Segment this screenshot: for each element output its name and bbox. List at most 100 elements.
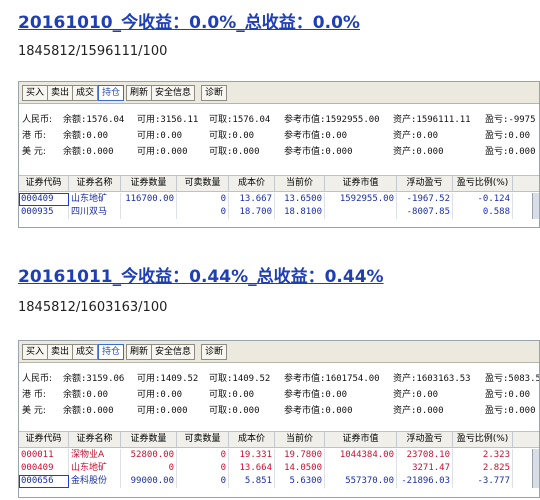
col-sellable[interactable]: 可卖数量 xyxy=(177,432,229,447)
col-name[interactable]: 证券名称 xyxy=(69,176,121,191)
diagnose-button[interactable]: 诊断 xyxy=(201,344,228,360)
cell-code: 000409 xyxy=(19,462,69,475)
table-header: 证券代码 证券名称 证券数量 可卖数量 成本价 当前价 证券市值 浮动盈亏 盈亏… xyxy=(19,176,539,192)
positions-table: 证券代码 证券名称 证券数量 可卖数量 成本价 当前价 证券市值 浮动盈亏 盈亏… xyxy=(19,175,539,227)
available-value: 可用:1409.52 xyxy=(137,374,199,384)
cell-cost: 13.667 xyxy=(229,193,275,206)
buy-button[interactable]: 买入 xyxy=(22,85,49,101)
post-subtitle: 1845812/1603163/100 xyxy=(18,300,168,315)
post-title[interactable]: 20161010_今收益：0.0%_总收益：0.0% xyxy=(18,8,360,33)
table-scrollbar[interactable] xyxy=(532,193,539,219)
cell-price: 5.6300 xyxy=(275,475,325,488)
col-ratio[interactable]: 盈亏比例(%) xyxy=(453,432,513,447)
post-title[interactable]: 20161011_今收益：0.44%_总收益：0.44% xyxy=(18,262,384,287)
buy-button[interactable]: 买入 xyxy=(22,344,49,360)
currency-label: 美 元: xyxy=(22,147,46,157)
cell-float-pnl: 3271.47 xyxy=(397,462,453,475)
withdrawable-value: 可取:0.00 xyxy=(209,390,255,400)
pnl-value: 盈亏:0.000 xyxy=(485,406,536,416)
col-ratio[interactable]: 盈亏比例(%) xyxy=(453,176,513,191)
cell-code: 000011 xyxy=(19,449,69,462)
table-row[interactable]: 000656 金科股份 99000.00 0 5.851 5.6300 5573… xyxy=(19,475,539,488)
table-row[interactable]: 000409 山东地矿 0 0 13.664 14.0500 3271.47 2… xyxy=(19,462,539,475)
account-row-cny: 人民币: 余额:1576.04 可用:3156.11 可取:1576.04 参考… xyxy=(19,109,539,125)
diagnose-button[interactable]: 诊断 xyxy=(201,85,228,101)
sell-button[interactable]: 卖出 xyxy=(47,344,74,360)
withdrawable-value: 可取:1576.04 xyxy=(209,115,271,125)
balance-value: 余额:0.00 xyxy=(63,390,109,400)
col-qty[interactable]: 证券数量 xyxy=(121,432,177,447)
cell-float-pnl: 23708.10 xyxy=(397,449,453,462)
ref-value: 参考市值:0.000 xyxy=(284,147,353,157)
table-row[interactable]: 000409 山东地矿 116700.00 0 13.667 13.6500 1… xyxy=(19,193,539,206)
trades-button[interactable]: 成交 xyxy=(72,85,99,101)
refresh-button[interactable]: 刷新 xyxy=(126,85,153,101)
ref-value: 参考市值:1592955.00 xyxy=(284,115,380,125)
available-value: 可用:0.00 xyxy=(137,131,183,141)
withdrawable-value: 可取:1409.52 xyxy=(209,374,271,384)
cell-code: 000409 xyxy=(19,193,69,206)
currency-label: 美 元: xyxy=(22,406,46,416)
trades-button[interactable]: 成交 xyxy=(72,344,99,360)
account-row-hkd: 港 币: 余额:0.00 可用:0.00 可取:0.00 参考市值:0.00 资… xyxy=(19,384,539,400)
account-row-usd: 美 元: 余额:0.000 可用:0.000 可取:0.000 参考市值:0.0… xyxy=(19,400,539,416)
cell-name: 金科股份 xyxy=(69,475,121,488)
ref-value: 参考市值:0.000 xyxy=(284,406,353,416)
col-cost[interactable]: 成本价 xyxy=(229,176,275,191)
security-info-button[interactable]: 安全信息 xyxy=(151,85,196,101)
col-value[interactable]: 证券市值 xyxy=(325,432,397,447)
cell-qty: 99000.00 xyxy=(121,475,177,488)
positions-tab[interactable]: 持仓 xyxy=(98,85,125,101)
withdrawable-value: 可取:0.00 xyxy=(209,131,255,141)
table-header: 证券代码 证券名称 证券数量 可卖数量 成本价 当前价 证券市值 浮动盈亏 盈亏… xyxy=(19,432,539,448)
available-value: 可用:0.000 xyxy=(137,147,188,157)
account-row-cny: 人民币: 余额:3159.06 可用:1409.52 可取:1409.52 参考… xyxy=(19,368,539,384)
post-title-text[interactable]: 20161010_今收益：0.0%_总收益：0.0% xyxy=(18,13,360,33)
account-row-usd: 美 元: 余额:0.000 可用:0.000 可取:0.000 参考市值:0.0… xyxy=(19,141,539,157)
balance-value: 余额:0.000 xyxy=(63,147,114,157)
col-qty[interactable]: 证券数量 xyxy=(121,176,177,191)
cell-sellable: 0 xyxy=(177,462,229,475)
assets-value: 资产:0.000 xyxy=(393,147,444,157)
cell-float-pnl: -21896.03 xyxy=(397,475,453,488)
table-row[interactable]: 000011 深物业A 52800.00 0 19.331 19.7800 10… xyxy=(19,449,539,462)
post-title-text[interactable]: 20161011_今收益：0.44%_总收益：0.44% xyxy=(18,267,384,287)
col-price[interactable]: 当前价 xyxy=(275,176,325,191)
currency-label: 人民币: xyxy=(22,115,53,125)
col-price[interactable]: 当前价 xyxy=(275,432,325,447)
pnl-value: 盈亏:0.000 xyxy=(485,147,536,157)
sell-button[interactable]: 卖出 xyxy=(47,85,74,101)
trading-toolbar: 买入 卖出 成交 持仓 刷新 安全信息 诊断 xyxy=(19,341,539,363)
col-float-pnl[interactable]: 浮动盈亏 xyxy=(397,176,453,191)
cell-ratio: 2.825 xyxy=(453,462,513,475)
cell-price: 13.6500 xyxy=(275,193,325,206)
col-cost[interactable]: 成本价 xyxy=(229,432,275,447)
table-scrollbar[interactable] xyxy=(532,449,539,488)
pnl-value: 盈亏:0.00 xyxy=(485,131,531,141)
col-float-pnl[interactable]: 浮动盈亏 xyxy=(397,432,453,447)
ref-value: 参考市值:1601754.00 xyxy=(284,374,380,384)
cell-value xyxy=(325,206,397,219)
col-sellable[interactable]: 可卖数量 xyxy=(177,176,229,191)
col-name[interactable]: 证券名称 xyxy=(69,432,121,447)
cell-price: 18.8100 xyxy=(275,206,325,219)
cell-cost: 5.851 xyxy=(229,475,275,488)
col-code[interactable]: 证券代码 xyxy=(19,432,69,447)
refresh-button[interactable]: 刷新 xyxy=(126,344,153,360)
assets-value: 资产:0.000 xyxy=(393,406,444,416)
security-info-button[interactable]: 安全信息 xyxy=(151,344,196,360)
assets-value: 资产:0.00 xyxy=(393,390,439,400)
cell-name: 深物业A xyxy=(69,449,121,462)
col-code[interactable]: 证券代码 xyxy=(19,176,69,191)
cell-value: 1592955.00 xyxy=(325,193,397,206)
table-row[interactable]: 000935 四川双马 0 18.700 18.8100 -8007.85 0.… xyxy=(19,206,539,219)
cell-cost: 19.331 xyxy=(229,449,275,462)
pnl-value: 盈亏:5083.5 xyxy=(485,374,540,384)
cell-qty xyxy=(121,206,177,219)
available-value: 可用:0.000 xyxy=(137,406,188,416)
balance-value: 余额:0.000 xyxy=(63,406,114,416)
ref-value: 参考市值:0.00 xyxy=(284,390,348,400)
trading-toolbar: 买入 卖出 成交 持仓 刷新 安全信息 诊断 xyxy=(19,82,539,104)
positions-tab[interactable]: 持仓 xyxy=(98,344,125,360)
col-value[interactable]: 证券市值 xyxy=(325,176,397,191)
